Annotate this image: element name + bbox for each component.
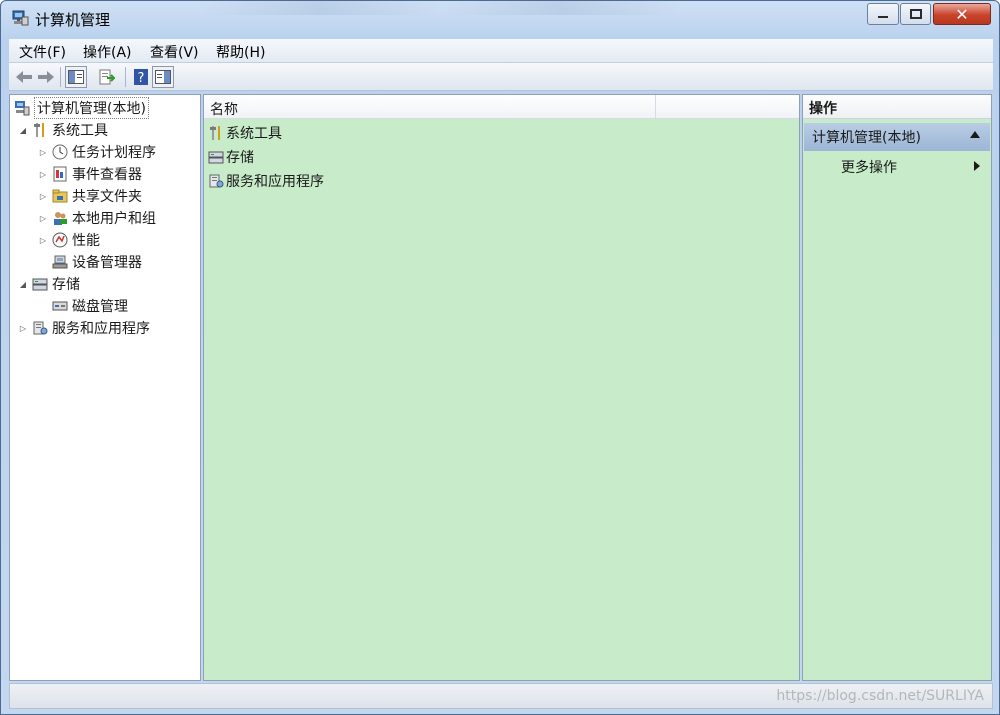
- tree-item-system-tools[interactable]: ◢ 系统工具: [18, 119, 108, 141]
- tree-item-device-manager[interactable]: 设备管理器: [48, 251, 142, 273]
- toolbar-separator: [60, 67, 61, 87]
- expand-triangle-icon[interactable]: ▷: [38, 192, 48, 201]
- system-tools-icon: [34, 123, 44, 137]
- computer-management-window: 计算机管理 ✕ 文件(F) 操作(A) 查看(V) 帮助(H) ? 计算机管理(…: [0, 0, 1000, 715]
- column-header-name[interactable]: 名称: [210, 99, 238, 119]
- computer-management-icon: [15, 101, 30, 116]
- status-bar: https://blog.csdn.net/SURLIYA: [9, 683, 993, 709]
- forward-button[interactable]: [35, 66, 57, 88]
- back-button[interactable]: [13, 66, 35, 88]
- more-actions-item[interactable]: 更多操作: [841, 157, 897, 177]
- svg-text:?: ?: [138, 71, 145, 85]
- close-icon: ✕: [955, 4, 969, 24]
- list-item-label: 服务和应用程序: [226, 174, 324, 190]
- title-bar[interactable]: 计算机管理 ✕: [1, 1, 999, 37]
- list-item-label: 存储: [226, 150, 254, 166]
- tree-item-event-viewer[interactable]: ▷ 事件查看器: [38, 163, 142, 185]
- tree-item-label: 共享文件夹: [72, 189, 142, 205]
- computer-management-icon: [12, 10, 29, 26]
- expand-triangle-icon[interactable]: ▷: [38, 214, 48, 223]
- tree-item-label: 系统工具: [52, 123, 108, 139]
- tree-item-label: 存储: [52, 277, 80, 293]
- export-list-icon: [99, 69, 115, 85]
- back-arrow-icon: [16, 71, 32, 83]
- tree-item-services-apps[interactable]: ▷ 服务和应用程序: [18, 317, 150, 339]
- event-viewer-icon: [53, 166, 67, 182]
- users-icon: [54, 212, 67, 225]
- toolbar: ?: [9, 63, 993, 91]
- action-pane: 操作 计算机管理(本地) 更多操作: [802, 94, 992, 681]
- action-group-label: 计算机管理(本地): [812, 130, 921, 146]
- tree-item-label: 任务计划程序: [72, 145, 156, 161]
- help-button[interactable]: ?: [130, 66, 152, 88]
- export-list-button[interactable]: [96, 66, 118, 88]
- tree-item-performance[interactable]: ▷ 性能: [38, 229, 100, 251]
- storage-icon: [32, 278, 48, 291]
- help-icon: ?: [134, 69, 148, 85]
- list-item-system-tools[interactable]: 系统工具: [208, 122, 282, 144]
- list-item-storage[interactable]: 存储: [208, 146, 254, 168]
- close-button[interactable]: ✕: [933, 3, 991, 25]
- minimize-icon: [878, 16, 888, 18]
- menu-help[interactable]: 帮助(H): [216, 42, 265, 62]
- show-action-pane-icon: [155, 70, 171, 84]
- menu-view[interactable]: 查看(V): [150, 42, 199, 62]
- collapse-arrow-icon[interactable]: [970, 131, 980, 138]
- list-item-services-apps[interactable]: 服务和应用程序: [208, 170, 324, 192]
- column-header: 名称: [204, 95, 799, 119]
- action-pane-title: 操作: [803, 95, 991, 119]
- collapse-triangle-icon[interactable]: ◢: [18, 280, 28, 289]
- tree-item-label: 性能: [72, 233, 100, 249]
- console-tree-pane: 计算机管理(本地) ◢ 系统工具 ▷ 任务计划程序 ▷ 事件查看器 ▷ 共享文件…: [9, 94, 201, 681]
- forward-arrow-icon: [38, 71, 54, 83]
- submenu-arrow-icon[interactable]: [974, 161, 980, 171]
- services-apps-icon: [33, 321, 48, 335]
- menu-file[interactable]: 文件(F): [19, 42, 66, 62]
- expand-triangle-icon[interactable]: ▷: [18, 324, 28, 333]
- column-divider[interactable]: [655, 95, 656, 119]
- tree-item-task-scheduler[interactable]: ▷ 任务计划程序: [38, 141, 156, 163]
- watermark: https://blog.csdn.net/SURLIYA: [776, 688, 984, 704]
- services-apps-icon: [209, 174, 224, 188]
- tree-item-label: 本地用户和组: [72, 211, 156, 227]
- collapse-triangle-icon[interactable]: ◢: [18, 126, 28, 135]
- menu-action[interactable]: 操作(A): [83, 42, 132, 62]
- expand-triangle-icon[interactable]: ▷: [38, 236, 48, 245]
- action-group-header[interactable]: 计算机管理(本地): [804, 123, 990, 151]
- list-item-label: 系统工具: [226, 126, 282, 142]
- expand-triangle-icon[interactable]: ▷: [38, 170, 48, 179]
- tree-item-label: 磁盘管理: [72, 299, 128, 315]
- performance-icon: [52, 232, 68, 248]
- tree-item-storage[interactable]: ◢ 存储: [18, 273, 80, 295]
- show-hide-console-tree-button[interactable]: [65, 66, 87, 88]
- maximize-button[interactable]: [900, 3, 931, 25]
- storage-icon: [208, 151, 224, 164]
- tree-item-label: 服务和应用程序: [52, 321, 150, 337]
- maximize-icon: [909, 9, 922, 19]
- clock-icon: [52, 144, 68, 160]
- tree-item-label: 事件查看器: [72, 167, 142, 183]
- window-title: 计算机管理: [35, 11, 111, 29]
- tree-item-disk-management[interactable]: 磁盘管理: [48, 295, 128, 317]
- tree-item-label: 设备管理器: [72, 255, 142, 271]
- show-hide-action-pane-button[interactable]: [152, 66, 174, 88]
- minimize-button[interactable]: [867, 3, 899, 25]
- tree-item-root[interactable]: 计算机管理(本地): [12, 97, 149, 119]
- background-window-ghost: [201, 1, 801, 15]
- tree-item-label: 计算机管理(本地): [34, 97, 149, 119]
- disk-management-icon: [52, 301, 68, 311]
- expand-triangle-icon[interactable]: ▷: [38, 148, 48, 157]
- device-manager-icon: [52, 255, 68, 269]
- show-console-tree-icon: [68, 70, 84, 84]
- tree-item-local-users[interactable]: ▷ 本地用户和组: [38, 207, 156, 229]
- system-tools-icon: [210, 126, 220, 140]
- result-list-pane: 名称 系统工具 存储 服务和应用程序: [203, 94, 800, 681]
- toolbar-separator: [125, 67, 126, 87]
- shared-folder-icon: [52, 189, 68, 203]
- tree-item-shared-folders[interactable]: ▷ 共享文件夹: [38, 185, 142, 207]
- menu-bar: 文件(F) 操作(A) 查看(V) 帮助(H): [9, 39, 993, 63]
